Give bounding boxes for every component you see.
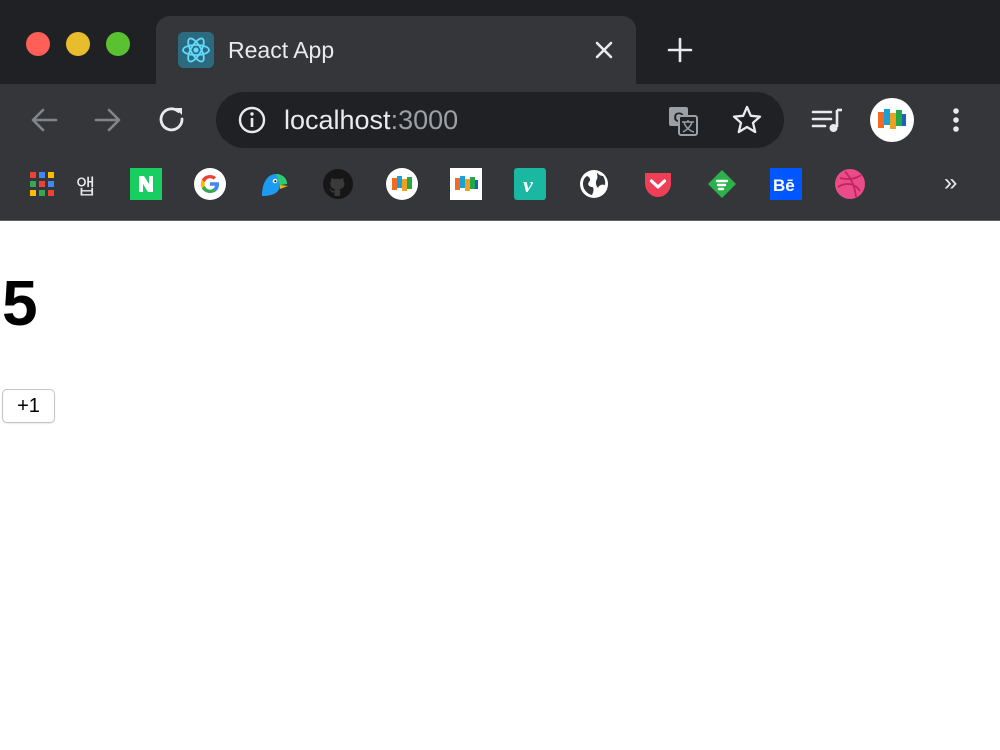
- url-text: localhost:3000: [284, 105, 458, 136]
- feedly-icon[interactable]: [706, 168, 740, 202]
- page-content: 5 +1: [0, 221, 1000, 750]
- star-icon[interactable]: [730, 103, 764, 137]
- browser-chrome: React App localhost:3000 G: [0, 0, 1000, 221]
- react-icon: [178, 32, 214, 68]
- google-icon[interactable]: [194, 168, 228, 202]
- arrow-left-icon[interactable]: [26, 102, 62, 138]
- increment-button[interactable]: +1: [2, 389, 55, 423]
- dribbble-icon[interactable]: [834, 168, 868, 202]
- profile-icon-2[interactable]: [450, 168, 484, 202]
- info-icon[interactable]: [236, 104, 268, 136]
- pocket-icon[interactable]: [642, 168, 676, 202]
- tab-react-app[interactable]: React App: [156, 16, 636, 84]
- new-tab-icon[interactable]: [664, 34, 696, 66]
- github-icon[interactable]: [322, 168, 356, 202]
- browser-toolbar: localhost:3000 G: [0, 84, 1000, 156]
- translate-icon[interactable]: G: [666, 104, 700, 138]
- svg-text:Bē: Bē: [773, 176, 795, 195]
- svg-text:v: v: [523, 172, 533, 197]
- media-playlist-icon[interactable]: [810, 102, 846, 138]
- apps-label[interactable]: 앱: [76, 171, 95, 201]
- kebab-menu-icon[interactable]: [938, 102, 974, 138]
- close-icon[interactable]: [590, 36, 618, 64]
- vimeo-icon[interactable]: v: [514, 168, 548, 202]
- apps-grid-icon[interactable]: [28, 170, 58, 200]
- avatar[interactable]: [870, 98, 914, 142]
- window-close-button[interactable]: [26, 32, 50, 56]
- url-host: localhost: [284, 105, 391, 135]
- counter-value: 5: [2, 267, 38, 339]
- window-maximize-button[interactable]: [106, 32, 130, 56]
- tab-title: React App: [228, 37, 335, 63]
- address-bar[interactable]: localhost:3000 G: [216, 92, 784, 148]
- bird-icon[interactable]: [258, 168, 292, 202]
- reload-icon[interactable]: [154, 102, 190, 138]
- globe-icon[interactable]: [578, 168, 612, 202]
- arrow-right-icon[interactable]: [90, 102, 126, 138]
- bookmarks-bar: 앱 v Bē »: [0, 156, 1000, 221]
- behance-icon[interactable]: Bē: [770, 168, 804, 202]
- url-port: :3000: [390, 105, 459, 135]
- profile-icon[interactable]: [386, 168, 420, 202]
- tab-strip: React App: [0, 0, 1000, 84]
- bookmarks-overflow-button[interactable]: »: [944, 169, 957, 197]
- naver-icon[interactable]: [130, 168, 164, 202]
- window-minimize-button[interactable]: [66, 32, 90, 56]
